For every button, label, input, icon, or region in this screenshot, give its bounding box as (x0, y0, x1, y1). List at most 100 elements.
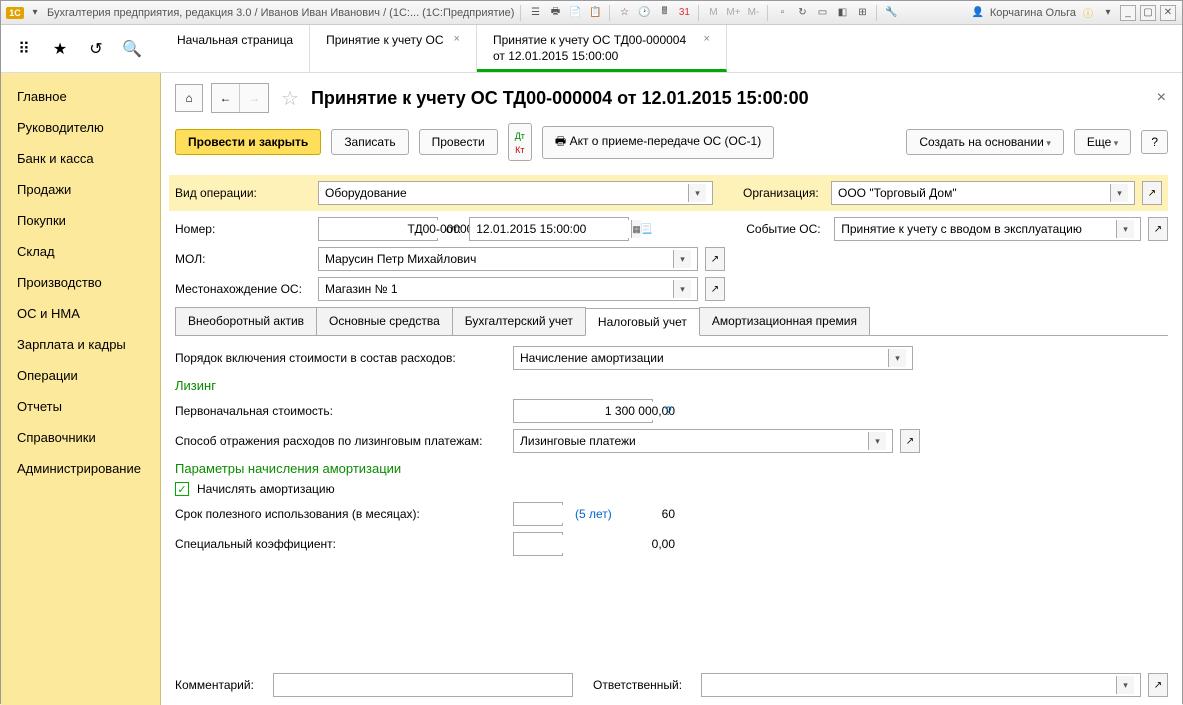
post-and-close-button[interactable]: Провести и закрыть (175, 129, 321, 155)
open-ref-button[interactable]: ↗ (705, 277, 725, 301)
leasing-expense-input[interactable] (520, 432, 868, 450)
m-minus-icon[interactable]: M- (745, 5, 761, 21)
special-coef-field[interactable] (513, 532, 563, 556)
tab-noncurrent-asset[interactable]: Внеоборотный актив (175, 307, 317, 335)
date-field[interactable]: ▦ (469, 217, 629, 241)
dropdown-icon[interactable]: ▾ (688, 184, 706, 202)
info-icon[interactable]: ⓘ (1080, 5, 1096, 21)
m-plus-icon[interactable]: M+ (725, 5, 741, 21)
toolbar-icon[interactable]: ☰ (527, 5, 543, 21)
calendar-icon[interactable]: 31 (676, 5, 692, 21)
open-ref-button[interactable]: ↗ (900, 429, 920, 453)
leasing-expense-select[interactable]: ▾ (513, 429, 893, 453)
sidebar-item-main[interactable]: Главное (1, 81, 160, 112)
dropdown-icon[interactable]: ▾ (1116, 676, 1134, 694)
form-close-icon[interactable]: × (1157, 89, 1166, 107)
open-ref-button[interactable]: ↗ (1148, 217, 1168, 241)
mol-input[interactable] (325, 250, 673, 268)
dropdown-icon[interactable]: ▾ (1110, 184, 1128, 202)
help-button[interactable]: ? (1141, 130, 1168, 154)
calc-icon[interactable]: 🖩 (656, 5, 672, 21)
responsible-select[interactable]: ▾ (701, 673, 1141, 697)
tab-home[interactable]: Начальная страница (161, 25, 310, 72)
home-button[interactable]: ⌂ (175, 84, 203, 112)
dropdown-icon[interactable]: ▾ (673, 280, 691, 298)
dropdown-icon[interactable]: ▾ (27, 5, 43, 21)
location-select[interactable]: ▾ (318, 277, 698, 301)
sidebar-item-catalogs[interactable]: Справочники (1, 422, 160, 453)
user-name[interactable]: Корчагина Ольга (990, 7, 1076, 19)
sidebar-item-sales[interactable]: Продажи (1, 174, 160, 205)
special-coef-input[interactable] (520, 535, 675, 553)
back-button[interactable]: ← (212, 84, 240, 112)
apps-icon[interactable]: ⠿ (15, 40, 33, 58)
favorites-icon[interactable]: ★ (51, 40, 69, 58)
calc-amort-label[interactable]: Начислять амортизацию (197, 482, 335, 496)
responsible-input[interactable] (708, 676, 1116, 694)
tab-current-doc[interactable]: Принятие к учету ОС ТД00-000004 от 12.01… (477, 25, 727, 72)
m-icon[interactable]: M (705, 5, 721, 21)
history-icon[interactable]: 🕑 (636, 5, 652, 21)
operation-type-input[interactable] (325, 184, 688, 202)
sidebar-item-manager[interactable]: Руководителю (1, 112, 160, 143)
maximize-button[interactable]: ▢ (1140, 5, 1156, 21)
act-button[interactable]: 🖶 Акт о приеме-передаче ОС (ОС-1) (542, 126, 774, 159)
star-icon[interactable]: ☆ (616, 5, 632, 21)
event-select[interactable]: ▾ (834, 217, 1141, 241)
minimize-button[interactable]: _ (1120, 5, 1136, 21)
forward-button[interactable]: → (240, 84, 268, 112)
print-icon[interactable]: 🖶 (547, 5, 563, 21)
post-button[interactable]: Провести (419, 129, 498, 155)
number-field[interactable] (318, 217, 438, 241)
org-input[interactable] (838, 184, 1110, 202)
tab-doc-list[interactable]: Принятие к учету ОС× (310, 25, 477, 72)
tab-tax[interactable]: Налоговый учет (585, 308, 700, 336)
tab-accounting[interactable]: Бухгалтерский учет (452, 307, 586, 335)
sidebar-item-assets[interactable]: ОС и НМА (1, 298, 160, 329)
dropdown-icon[interactable]: ▾ (888, 349, 906, 367)
location-input[interactable] (325, 280, 673, 298)
history-nav-icon[interactable]: ↺ (87, 40, 105, 58)
useful-life-field[interactable] (513, 502, 563, 526)
book-icon[interactable]: ▭ (814, 5, 830, 21)
cost-include-select[interactable]: ▾ (513, 346, 913, 370)
comment-input[interactable] (280, 676, 566, 694)
sidebar-item-admin[interactable]: Администрирование (1, 453, 160, 484)
search-nav-icon[interactable]: 🔍 (123, 40, 141, 58)
sidebar-item-production[interactable]: Производство (1, 267, 160, 298)
new-icon[interactable]: ▫ (774, 5, 790, 21)
tab-close-icon[interactable]: × (704, 33, 710, 45)
initial-cost-field[interactable] (513, 399, 653, 423)
event-input[interactable] (841, 220, 1116, 238)
sidebar-item-reports[interactable]: Отчеты (1, 391, 160, 422)
tab-close-icon[interactable]: × (454, 33, 460, 45)
dtkt-button[interactable]: ДтКт (508, 123, 532, 161)
refresh-icon[interactable]: ↻ (794, 5, 810, 21)
write-button[interactable]: Записать (331, 129, 408, 155)
sidebar-item-operations[interactable]: Операции (1, 360, 160, 391)
notes-icon[interactable]: 📃 (636, 217, 656, 241)
grid-icon[interactable]: ⊞ (854, 5, 870, 21)
open-ref-button[interactable]: ↗ (1142, 181, 1162, 205)
tab-fixed-assets[interactable]: Основные средства (316, 307, 453, 335)
wrench-icon[interactable]: 🔧 (883, 5, 899, 21)
clipboard-icon[interactable]: 📋 (587, 5, 603, 21)
more-button[interactable]: Еще (1074, 129, 1131, 155)
calc-amort-checkbox[interactable]: ✓ (175, 482, 189, 496)
initial-cost-input[interactable] (520, 402, 675, 420)
sidebar-item-bank[interactable]: Банк и касса (1, 143, 160, 174)
open-ref-button[interactable]: ↗ (705, 247, 725, 271)
close-button[interactable]: ✕ (1160, 5, 1176, 21)
comment-field[interactable] (273, 673, 573, 697)
dropdown-icon[interactable]: ▾ (673, 250, 691, 268)
tab-amort-bonus[interactable]: Амортизационная премия (699, 307, 870, 335)
dropdown-icon[interactable]: ▾ (1116, 220, 1134, 238)
favorite-toggle-icon[interactable]: ☆ (281, 86, 299, 111)
dropdown-user-icon[interactable]: ▾ (1100, 5, 1116, 21)
open-ref-button[interactable]: ↗ (1148, 673, 1168, 697)
sidebar-item-hr[interactable]: Зарплата и кадры (1, 329, 160, 360)
create-based-button[interactable]: Создать на основании (906, 129, 1064, 155)
tree-icon[interactable]: ◧ (834, 5, 850, 21)
help-link[interactable]: ? (665, 404, 672, 418)
sidebar-item-purchases[interactable]: Покупки (1, 205, 160, 236)
